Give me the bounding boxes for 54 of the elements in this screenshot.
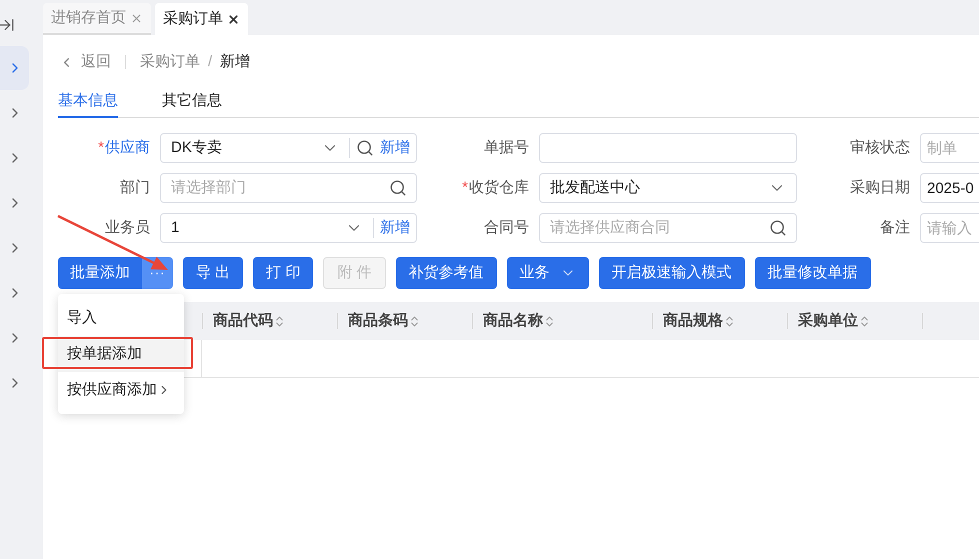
toolbar-button[interactable]: 补货参考值 bbox=[396, 257, 497, 289]
field-value: 请选择部门 bbox=[170, 178, 247, 198]
menu-item[interactable]: 按供应商添加 bbox=[58, 372, 184, 408]
select-field[interactable]: DK专卖 新增 bbox=[160, 133, 417, 163]
search-icon[interactable] bbox=[356, 139, 374, 157]
tab-label: 进销存首页 bbox=[51, 8, 126, 28]
field-label: 审核状态 bbox=[850, 138, 910, 158]
menu-item[interactable]: 导入 bbox=[58, 300, 184, 336]
field-value: DK专卖 bbox=[170, 138, 223, 158]
input-field[interactable] bbox=[539, 133, 797, 163]
breadcrumb-separator: / bbox=[208, 52, 212, 72]
page-tab[interactable]: 进销存首页 bbox=[43, 3, 151, 35]
column-header[interactable]: 采购单位 bbox=[798, 310, 858, 332]
field-label: 合同号 bbox=[484, 218, 529, 238]
field-value: 批发配送中心 bbox=[549, 178, 641, 198]
field-label: 收货仓库 bbox=[469, 178, 529, 198]
close-icon[interactable] bbox=[227, 12, 240, 26]
breadcrumb-item[interactable]: 采购订单 bbox=[140, 50, 200, 74]
form-tab[interactable]: 其它信息 bbox=[162, 87, 222, 118]
column-header[interactable]: 商品代码 bbox=[213, 310, 273, 332]
field-label: 采购日期 bbox=[850, 178, 910, 198]
input-field[interactable]: 制单 bbox=[920, 133, 979, 163]
collapse-icon[interactable] bbox=[0, 16, 15, 34]
toolbar-button[interactable]: 导 出 bbox=[183, 257, 244, 289]
column-header[interactable]: 商品名称 bbox=[483, 310, 543, 332]
field-value: 请选择供应商合同 bbox=[549, 218, 671, 238]
required-mark: * bbox=[98, 138, 104, 158]
field-label: 备注 bbox=[880, 218, 910, 238]
required-mark: * bbox=[462, 178, 468, 198]
field-label: 部门 bbox=[120, 178, 150, 198]
toolbar-button[interactable]: 开启极速输入模式 bbox=[598, 257, 745, 289]
toolbar-button[interactable]: 业务 bbox=[506, 257, 589, 289]
tab-label: 采购订单 bbox=[163, 8, 223, 29]
field-value: 1 bbox=[170, 218, 180, 238]
search-icon[interactable] bbox=[389, 179, 407, 197]
add-link[interactable]: 新增 bbox=[374, 136, 416, 160]
field-label: 供应商 bbox=[105, 138, 150, 158]
column-header[interactable]: 商品规格 bbox=[663, 310, 723, 332]
breadcrumb-item: 新增 bbox=[220, 52, 250, 72]
search-icon[interactable] bbox=[769, 219, 787, 237]
input-field[interactable]: 请输入 bbox=[920, 213, 979, 243]
batch-add-button[interactable]: 批量添加 bbox=[58, 257, 142, 289]
input-field[interactable]: 2025-0 bbox=[920, 173, 979, 203]
select-field[interactable]: 批发配送中心 bbox=[539, 173, 797, 203]
page-tab[interactable]: 采购订单 bbox=[155, 3, 248, 35]
field-label: 业务员 bbox=[105, 218, 150, 238]
back-link[interactable]: 返回 bbox=[58, 50, 111, 74]
add-link[interactable]: 新增 bbox=[374, 216, 416, 240]
toolbar-button[interactable]: 批量修改单据 bbox=[754, 257, 871, 289]
column-header[interactable]: 商品条码 bbox=[348, 310, 408, 332]
toolbar-button[interactable]: 打 印 bbox=[253, 257, 314, 289]
form-tab[interactable]: 基本信息 bbox=[58, 87, 118, 118]
field-label: 单据号 bbox=[484, 138, 529, 158]
select-field[interactable]: 1 新增 bbox=[160, 213, 417, 243]
